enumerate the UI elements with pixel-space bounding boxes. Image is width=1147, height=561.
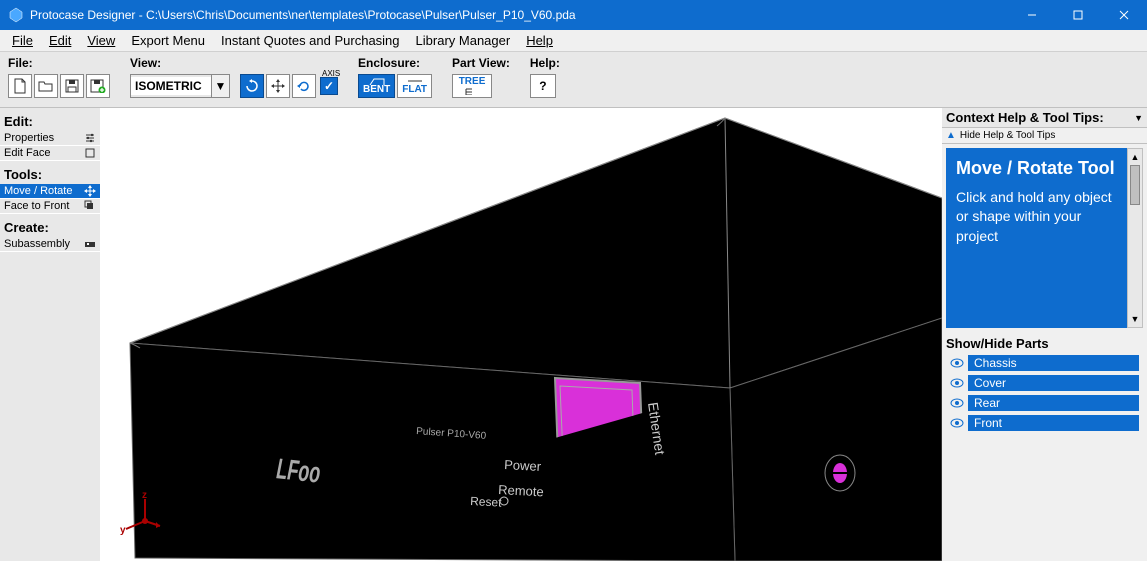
axis-toggle[interactable]: AXIS ✓ [320, 77, 338, 95]
power-label: Power [504, 457, 542, 474]
menu-library[interactable]: Library Manager [408, 31, 519, 50]
face-icon [84, 147, 96, 159]
rotate-cw-button[interactable] [240, 74, 264, 98]
move-rotate-item[interactable]: Move / Rotate [0, 184, 100, 199]
part-label: Chassis [968, 355, 1139, 371]
part-label: Cover [968, 375, 1139, 391]
help-content-title: Move / Rotate Tool [956, 158, 1117, 180]
view-select-dropdown-icon[interactable]: ▼ [211, 75, 229, 97]
title-bar: Protocase Designer - C:\Users\Chris\Docu… [0, 0, 1147, 30]
enclosure-render: Ethernet Power Remote Reset Pulser P10-V… [100, 108, 942, 561]
open-file-button[interactable] [34, 74, 58, 98]
edit-face-item[interactable]: Edit Face [0, 146, 100, 161]
reset-label: Reset [470, 494, 503, 510]
menu-quotes[interactable]: Instant Quotes and Purchasing [213, 31, 408, 50]
part-row-rear[interactable]: Rear [950, 395, 1139, 411]
subassembly-icon [84, 238, 96, 250]
toolbar-enclosure-label: Enclosure: [358, 56, 432, 70]
scroll-thumb[interactable] [1130, 165, 1140, 205]
toolbar-view-label: View: [130, 56, 338, 70]
close-button[interactable] [1101, 0, 1147, 30]
move-icon [84, 185, 96, 197]
front-icon [84, 200, 96, 212]
parts-section: Show/Hide Parts Chassis Cover Rear Front [942, 332, 1147, 439]
svg-text:z: z [142, 491, 147, 501]
collapse-up-icon: ▲ [946, 130, 956, 141]
toolbar-partview-group: Part View: TREE [452, 56, 510, 98]
menu-export[interactable]: Export Menu [123, 31, 213, 50]
tree-view-button[interactable]: TREE [452, 74, 492, 98]
save-file-button[interactable] [60, 74, 84, 98]
view-select-input[interactable] [131, 77, 211, 95]
toolbar-enclosure-group: Enclosure: BENT FLAT [358, 56, 432, 98]
part-row-chassis[interactable]: Chassis [950, 355, 1139, 371]
menu-file[interactable]: File [4, 31, 41, 50]
face-to-front-item[interactable]: Face to Front [0, 199, 100, 214]
window-title: Protocase Designer - C:\Users\Chris\Docu… [30, 8, 1009, 22]
scroll-up-icon[interactable]: ▲ [1128, 149, 1142, 165]
eye-icon[interactable] [950, 418, 964, 428]
menu-bar: File Edit View Export Menu Instant Quote… [0, 30, 1147, 52]
pan-button[interactable] [266, 74, 290, 98]
subassembly-item[interactable]: Subassembly [0, 237, 100, 252]
eye-icon[interactable] [950, 378, 964, 388]
eye-icon[interactable] [950, 398, 964, 408]
help-button[interactable]: ? [530, 74, 556, 98]
axis-checkbox-icon[interactable]: ✓ [320, 77, 338, 95]
part-label: Rear [968, 395, 1139, 411]
sliders-icon [84, 132, 96, 144]
flat-view-button[interactable]: FLAT [397, 74, 432, 98]
help-content-body: Click and hold any object or shape withi… [956, 188, 1117, 247]
toolbar-partview-label: Part View: [452, 56, 510, 70]
part-row-front[interactable]: Front [950, 415, 1139, 431]
part-label: Front [968, 415, 1139, 431]
edit-section-title: Edit: [0, 112, 100, 131]
axis-label: AXIS [322, 69, 340, 78]
left-sidebar: Edit: Properties Edit Face Tools: Move /… [0, 108, 100, 561]
save-plus-button[interactable] [86, 74, 110, 98]
help-scrollbar[interactable]: ▲ ▼ [1127, 148, 1143, 328]
toolbar: File: View: ▼ AXIS ✓ Enclosure: [0, 52, 1147, 108]
svg-text:y: y [120, 525, 126, 536]
viewport-3d[interactable]: Ethernet Power Remote Reset Pulser P10-V… [100, 108, 942, 561]
app-icon [8, 7, 24, 23]
tools-section-title: Tools: [0, 165, 100, 184]
panel-menu-icon[interactable]: ▼ [1134, 113, 1143, 123]
menu-help[interactable]: Help [518, 31, 561, 50]
create-section-title: Create: [0, 218, 100, 237]
toolbar-help-label: Help: [530, 56, 560, 70]
scroll-down-icon[interactable]: ▼ [1128, 311, 1142, 327]
view-select[interactable]: ▼ [130, 74, 230, 98]
help-box: Move / Rotate Tool Click and hold any ob… [946, 148, 1143, 328]
help-content: Move / Rotate Tool Click and hold any ob… [946, 148, 1127, 328]
menu-view[interactable]: View [79, 31, 123, 50]
toolbar-file-label: File: [8, 56, 110, 70]
part-row-cover[interactable]: Cover [950, 375, 1139, 391]
maximize-button[interactable] [1055, 0, 1101, 30]
toolbar-file-group: File: [8, 56, 110, 98]
hide-help-toggle[interactable]: ▲ Hide Help & Tool Tips [942, 128, 1147, 144]
bent-view-button[interactable]: BENT [358, 74, 395, 98]
context-help-title: Context Help & Tool Tips: ▼ [942, 108, 1147, 128]
axis-indicator: z y [120, 491, 170, 541]
toolbar-help-group: Help: ? [530, 56, 560, 98]
main-area: Edit: Properties Edit Face Tools: Move /… [0, 108, 1147, 561]
parts-section-title: Show/Hide Parts [946, 336, 1143, 351]
logo-text: LFoo [274, 453, 324, 489]
menu-edit[interactable]: Edit [41, 31, 79, 50]
properties-item[interactable]: Properties [0, 131, 100, 146]
refresh-button[interactable] [292, 74, 316, 98]
right-panel: Context Help & Tool Tips: ▼ ▲ Hide Help … [942, 108, 1147, 561]
minimize-button[interactable] [1009, 0, 1055, 30]
new-file-button[interactable] [8, 74, 32, 98]
toolbar-view-group: View: ▼ AXIS ✓ [130, 56, 338, 98]
eye-icon[interactable] [950, 358, 964, 368]
